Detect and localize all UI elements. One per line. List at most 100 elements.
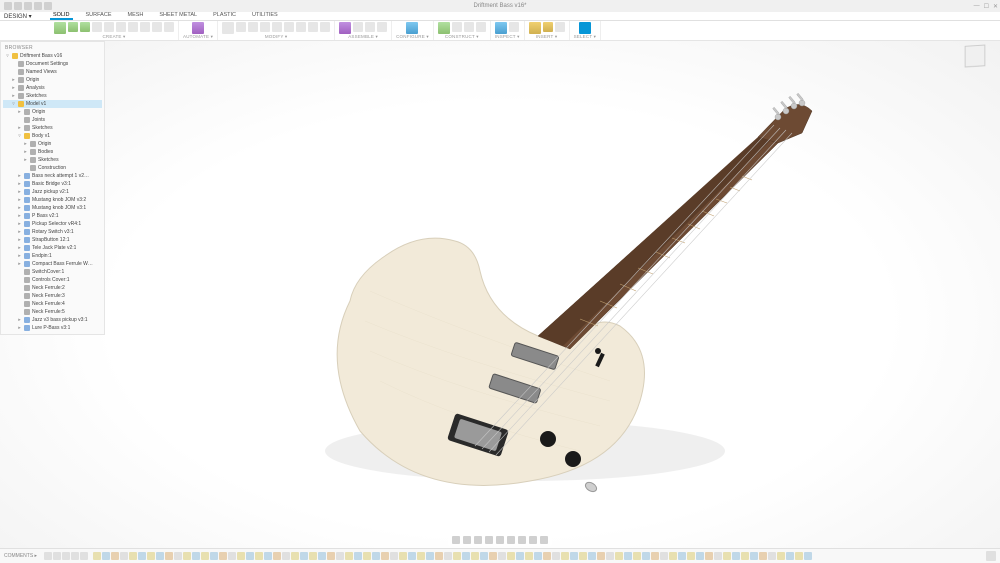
dropdown-icon[interactable] bbox=[377, 22, 387, 32]
dropdown-icon[interactable] bbox=[509, 22, 519, 32]
timeline-feature[interactable] bbox=[732, 552, 740, 560]
timeline-feature[interactable] bbox=[498, 552, 506, 560]
disclosure-icon[interactable]: ▸ bbox=[17, 229, 22, 235]
timeline-feature[interactable] bbox=[246, 552, 254, 560]
qat-save-icon[interactable] bbox=[14, 2, 22, 10]
toolbar-group-label[interactable]: SELECT ▾ bbox=[574, 34, 597, 40]
disclosure-icon[interactable]: ▸ bbox=[11, 77, 16, 83]
canvas-viewport[interactable] bbox=[0, 41, 1000, 548]
timeline-feature[interactable] bbox=[525, 552, 533, 560]
browser-node[interactable]: ▸Origin bbox=[3, 76, 102, 84]
timeline-feature[interactable] bbox=[669, 552, 677, 560]
browser-node[interactable]: Neck Ferrule:2 bbox=[3, 284, 102, 292]
disclosure-icon[interactable]: ▸ bbox=[17, 173, 22, 179]
browser-node[interactable]: ▸Sketches bbox=[3, 124, 102, 132]
browser-node[interactable]: ▸Basic Bridge v3:1 bbox=[3, 180, 102, 188]
timeline-feature[interactable] bbox=[471, 552, 479, 560]
look-icon[interactable] bbox=[496, 536, 504, 544]
disclosure-icon[interactable]: ▸ bbox=[11, 93, 16, 99]
timeline-feature[interactable] bbox=[777, 552, 785, 560]
timeline-feature[interactable] bbox=[462, 552, 470, 560]
automate-icon[interactable] bbox=[192, 22, 204, 34]
disclosure-icon[interactable]: ▿ bbox=[11, 101, 16, 107]
plane-icon[interactable] bbox=[438, 22, 450, 34]
timeline-feature[interactable] bbox=[210, 552, 218, 560]
timeline-feature[interactable] bbox=[327, 552, 335, 560]
browser-node[interactable]: ▸Mustang knob JOM v3:1 bbox=[3, 204, 102, 212]
browser-node[interactable]: ▿Model v1 bbox=[3, 100, 102, 108]
timeline-feature[interactable] bbox=[768, 552, 776, 560]
toolbar-group-label[interactable]: CONFIGURE ▾ bbox=[396, 34, 429, 40]
playback-step-back-icon[interactable] bbox=[53, 552, 61, 560]
disclosure-icon[interactable]: ▸ bbox=[17, 213, 22, 219]
timeline-feature[interactable] bbox=[606, 552, 614, 560]
browser-node[interactable]: ▸StrapButton 12:1 bbox=[3, 236, 102, 244]
browser-node[interactable]: ▸Bass neck attempt 1 v2… bbox=[3, 172, 102, 180]
timeline-feature[interactable] bbox=[120, 552, 128, 560]
browser-node[interactable]: Joints bbox=[3, 116, 102, 124]
shell-icon[interactable] bbox=[260, 22, 270, 32]
design-menu[interactable]: DESIGN ▾ bbox=[4, 13, 32, 20]
draft-icon[interactable] bbox=[272, 22, 282, 32]
decal-icon[interactable] bbox=[543, 22, 553, 32]
thread-icon[interactable] bbox=[140, 22, 150, 32]
timeline-feature[interactable] bbox=[174, 552, 182, 560]
browser-node[interactable]: ▸Jazz v3 bass pickup v3:1 bbox=[3, 316, 102, 324]
timeline-feature[interactable] bbox=[444, 552, 452, 560]
timeline-feature[interactable] bbox=[750, 552, 758, 560]
timeline-feature[interactable] bbox=[201, 552, 209, 560]
timeline-feature[interactable] bbox=[318, 552, 326, 560]
browser-node[interactable]: Neck Ferrule:4 bbox=[3, 300, 102, 308]
split-icon[interactable] bbox=[308, 22, 318, 32]
timeline-feature[interactable] bbox=[156, 552, 164, 560]
browser-node[interactable]: ▸Tele Jack Plate v2:1 bbox=[3, 244, 102, 252]
pan-icon[interactable] bbox=[463, 536, 471, 544]
disclosure-icon[interactable]: ▸ bbox=[17, 109, 22, 115]
toolbar-group-label[interactable]: MODIFY ▾ bbox=[265, 34, 288, 40]
extrude-icon[interactable] bbox=[80, 22, 90, 32]
maximize-icon[interactable]: ☐ bbox=[984, 3, 989, 10]
timeline-feature[interactable] bbox=[228, 552, 236, 560]
timeline-feature[interactable] bbox=[138, 552, 146, 560]
disclosure-icon[interactable]: ▸ bbox=[11, 85, 16, 91]
timeline-feature[interactable] bbox=[282, 552, 290, 560]
point-icon[interactable] bbox=[464, 22, 474, 32]
timeline-feature[interactable] bbox=[534, 552, 542, 560]
playback-to-start-icon[interactable] bbox=[44, 552, 52, 560]
browser-node[interactable]: ▸Sketches bbox=[3, 156, 102, 164]
disclosure-icon[interactable]: ▿ bbox=[5, 53, 10, 59]
toolbar-group-label[interactable]: CREATE ▾ bbox=[102, 34, 125, 40]
measure-icon[interactable] bbox=[495, 22, 507, 34]
timeline-feature[interactable] bbox=[660, 552, 668, 560]
browser-node[interactable]: ▿Driftment Bass v16 bbox=[3, 52, 102, 60]
browser-node[interactable]: ▸Analysis bbox=[3, 84, 102, 92]
disclosure-icon[interactable]: ▸ bbox=[17, 181, 22, 187]
tab-sheet-metal[interactable]: SHEET METAL bbox=[156, 11, 200, 20]
tab-surface[interactable]: SURFACE bbox=[83, 11, 115, 20]
browser-node[interactable]: ▸P Bass v2:1 bbox=[3, 212, 102, 220]
dropdown-icon[interactable] bbox=[320, 22, 330, 32]
dropdown-icon[interactable] bbox=[164, 22, 174, 32]
dropdown-icon[interactable] bbox=[555, 22, 565, 32]
timeline-feature[interactable] bbox=[489, 552, 497, 560]
timeline-feature[interactable] bbox=[372, 552, 380, 560]
timeline-feature[interactable] bbox=[615, 552, 623, 560]
disclosure-icon[interactable]: ▸ bbox=[17, 325, 22, 331]
timeline-feature[interactable] bbox=[129, 552, 137, 560]
browser-node[interactable]: ▸Origin bbox=[3, 140, 102, 148]
timeline-feature[interactable] bbox=[651, 552, 659, 560]
tab-utilities[interactable]: UTILITIES bbox=[249, 11, 281, 20]
joint-icon[interactable] bbox=[339, 22, 351, 34]
timeline-feature[interactable] bbox=[363, 552, 371, 560]
timeline-feature[interactable] bbox=[552, 552, 560, 560]
playback-play-icon[interactable] bbox=[62, 552, 70, 560]
timeline-feature[interactable] bbox=[219, 552, 227, 560]
combine-icon[interactable] bbox=[296, 22, 306, 32]
browser-node[interactable]: ▸Rotary Switch v3:1 bbox=[3, 228, 102, 236]
timeline-feature[interactable] bbox=[597, 552, 605, 560]
disclosure-icon[interactable]: ▸ bbox=[17, 197, 22, 203]
timeline-feature[interactable] bbox=[696, 552, 704, 560]
grid-icon[interactable] bbox=[518, 536, 526, 544]
timeline-feature[interactable] bbox=[309, 552, 317, 560]
browser-node[interactable]: ▸Pickup Selector vR4:1 bbox=[3, 220, 102, 228]
